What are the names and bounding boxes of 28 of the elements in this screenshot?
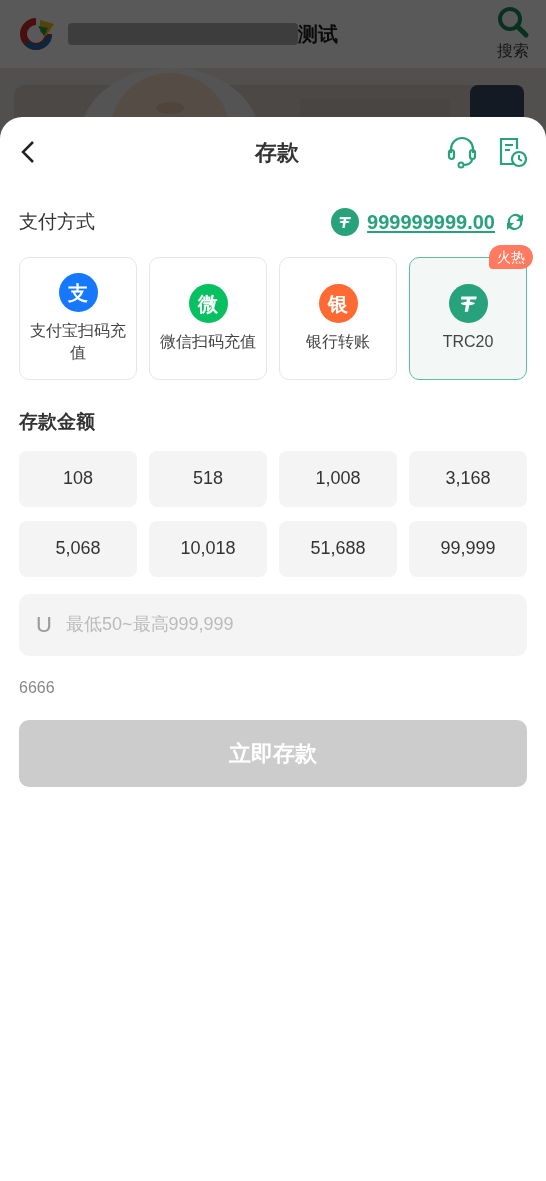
amount-option[interactable]: 10,018 bbox=[149, 520, 267, 577]
method-icon: 微 bbox=[188, 284, 228, 323]
payment-method-card[interactable]: 支 支付宝扫码充值 bbox=[19, 257, 137, 380]
currency-icon bbox=[331, 208, 360, 236]
hot-badge: 火热 bbox=[489, 245, 533, 269]
amount-option[interactable]: 1,008 bbox=[279, 450, 397, 507]
tether-icon bbox=[448, 284, 488, 323]
section-label: 存款金额 bbox=[19, 410, 96, 434]
deposit-note: 6666 bbox=[19, 677, 56, 698]
amount-option[interactable]: 518 bbox=[149, 450, 267, 507]
method-icon: 支 bbox=[58, 273, 98, 312]
search-icon bbox=[496, 5, 530, 39]
site-title: 测试 bbox=[298, 22, 338, 47]
payment-method-card[interactable]: 微 微信扫码充值 bbox=[149, 257, 267, 380]
history-icon[interactable] bbox=[497, 136, 527, 168]
amount-option[interactable]: 5,068 bbox=[19, 520, 137, 577]
sheet-title: 存款 bbox=[253, 138, 300, 167]
payment-method-card[interactable]: 银 银行转账 bbox=[279, 257, 397, 380]
balance-amount: 999999999.00 bbox=[367, 210, 495, 235]
currency-label: U bbox=[36, 610, 52, 639]
amount-option[interactable]: 3,168 bbox=[409, 450, 527, 507]
method-icon: 银 bbox=[318, 284, 358, 323]
back-icon bbox=[19, 139, 37, 165]
headset-icon[interactable] bbox=[447, 135, 477, 169]
section-label: 支付方式 bbox=[19, 209, 95, 234]
amount-option[interactable]: 108 bbox=[19, 450, 137, 507]
amount-option[interactable]: 51,688 bbox=[279, 520, 397, 577]
amount-option[interactable]: 99,999 bbox=[409, 520, 527, 577]
